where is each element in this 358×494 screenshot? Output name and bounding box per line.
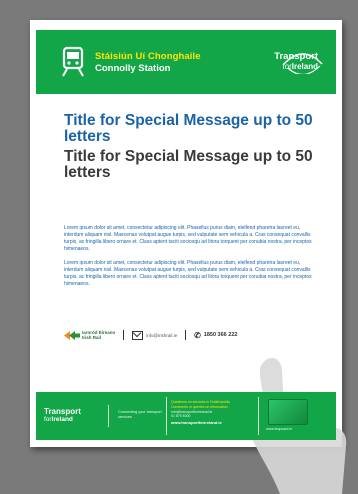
station-name-irish: Stáisiún Uí Chonghaile [95, 51, 201, 62]
contact-email[interactable]: info@irishrail.ie [146, 333, 177, 338]
footer-divider [108, 405, 109, 427]
contact-row: Iarnród Éireann Irish Rail info@irishrai… [64, 328, 324, 342]
footer-website-link[interactable]: www.transportforireland.ie [171, 420, 251, 426]
mail-icon [132, 330, 144, 340]
contact-phone[interactable]: 1850 366 222 [204, 332, 238, 338]
message-paragraph-2: Lorem ipsum dolor sit amet, consectetur … [64, 260, 312, 287]
operator-name: Iarnród Éireann Irish Rail [82, 330, 115, 340]
logo-line1: Transport [274, 51, 318, 62]
footer-logo-line2-bold: Ireland [51, 416, 73, 423]
logo-line2-bold: Ireland [291, 61, 318, 71]
operator-logo: Iarnród Éireann Irish Rail [64, 330, 115, 340]
contact-separator [185, 330, 187, 340]
phone-icon: ✆ [194, 330, 201, 340]
train-icon [62, 46, 84, 77]
operator-name-line2: Irish Rail [82, 335, 102, 340]
footer-tfi-logo: Transport forIreland [44, 408, 81, 424]
poster-footer: Transport forIreland Connecting your tra… [36, 392, 336, 440]
operator-logo-icon [64, 330, 80, 340]
footer-info-phone: 01 879 8300 [171, 414, 191, 419]
station-name-english: Connolly Station [95, 63, 171, 74]
footer-logo-line2: forIreland [44, 416, 81, 424]
contact-separator [123, 330, 125, 340]
transport-for-ireland-logo: Transport forIreland [274, 52, 318, 71]
leap-card-icon [268, 399, 308, 425]
footer-logo-line2-prefix: for [44, 416, 52, 423]
message-title-english: Title for Special Message up to 50 lette… [64, 112, 313, 145]
message-paragraph-1: Lorem ipsum dolor sit amet, consectetur … [64, 225, 312, 252]
poster: Stáisiún Uí Chonghaile Connolly Station … [30, 20, 347, 494]
footer-logo-line1: Transport [44, 407, 81, 416]
message-title-irish: Title for Special Message up to 50 lette… [64, 148, 313, 181]
footer-divider [258, 397, 259, 435]
leap-card-link[interactable]: www.leapcard.ie [266, 427, 292, 431]
footer-tagline: Connecting your transport services [118, 410, 162, 419]
poster-header: Stáisiún Uí Chonghaile Connolly Station … [36, 30, 336, 94]
footer-divider [166, 397, 167, 435]
logo-line2: forIreland [274, 61, 318, 71]
logo-line2-prefix: for [282, 61, 292, 71]
footer-info: Questions on services in Dublin/public C… [171, 400, 251, 426]
